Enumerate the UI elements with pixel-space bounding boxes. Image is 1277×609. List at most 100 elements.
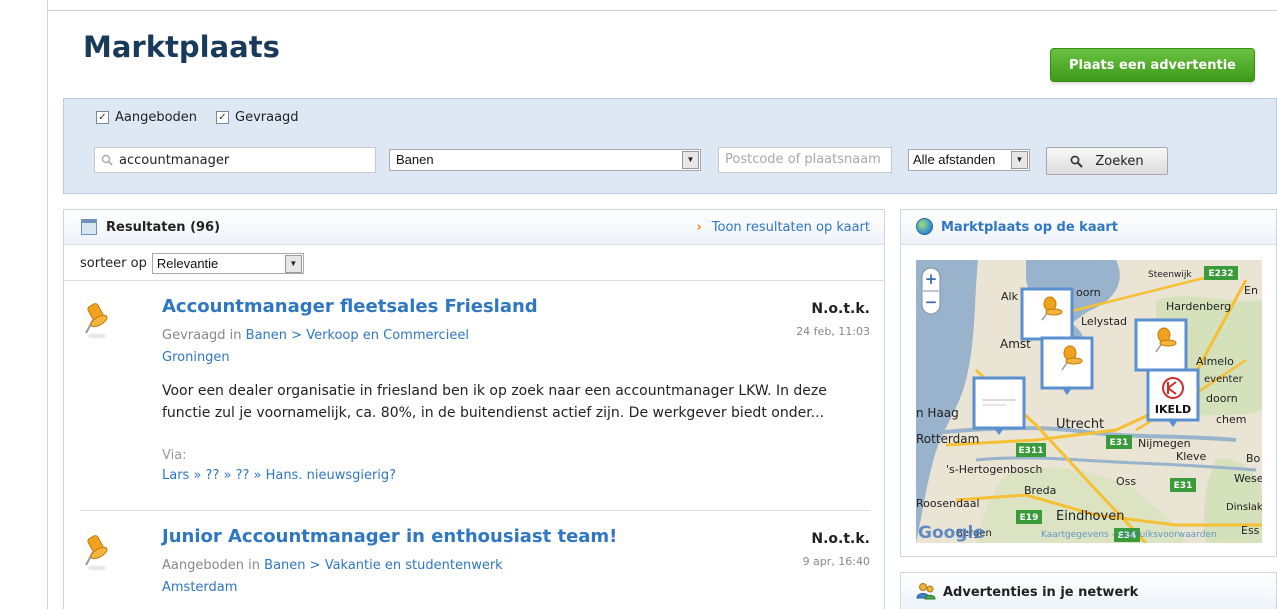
results-title: Resultaten (96) — [106, 220, 221, 235]
browser-left-frame — [0, 0, 48, 609]
chevron-down-icon[interactable]: ▼ — [682, 151, 699, 169]
search-icon — [101, 154, 113, 166]
svg-text:Rotterdam: Rotterdam — [916, 432, 979, 446]
svg-text:Eindhoven: Eindhoven — [1056, 509, 1124, 524]
svg-text:oorn: oorn — [1076, 286, 1101, 299]
map-terms: Kaartgegevens - Gebruiksvoorwaarden — [1041, 530, 1217, 540]
google-logo: Google — [918, 523, 985, 543]
map-title[interactable]: Marktplaats op de kaart — [941, 220, 1118, 235]
checkbox-wanted[interactable]: ✓ Gevraagd — [216, 110, 299, 125]
zoom-control[interactable]: + − — [921, 267, 941, 315]
zoom-in-icon: + — [925, 270, 938, 288]
map-marker[interactable] — [1040, 336, 1094, 395]
listing-location[interactable]: Groningen — [162, 350, 230, 365]
checkbox-offered-box[interactable]: ✓ — [96, 111, 109, 124]
arrow-right-icon: › — [696, 220, 702, 235]
svg-text:Almelo: Almelo — [1196, 355, 1234, 368]
svg-text:doorn: doorn — [1206, 392, 1238, 405]
svg-text:Ess: Ess — [1241, 524, 1260, 537]
sort-label: sorteer op — [80, 256, 147, 271]
svg-text:E311: E311 — [1019, 446, 1044, 456]
distance-value: Alle afstanden — [913, 152, 996, 167]
search-panel: ✓ Aangeboden ✓ Gevraagd accountmanager B… — [63, 98, 1277, 194]
chevron-down-icon[interactable]: ▼ — [1011, 151, 1028, 169]
svg-text:Roosendaal: Roosendaal — [916, 497, 980, 510]
sort-select[interactable]: Relevantie ▼ — [151, 253, 304, 274]
listing-category-link[interactable]: Banen > Vakantie en studentenwerk — [264, 558, 503, 573]
globe-icon — [916, 218, 933, 235]
people-icon — [916, 583, 936, 600]
magnifier-icon — [1071, 155, 1084, 168]
map-marker[interactable]: IKELD — [1146, 368, 1200, 427]
svg-text:E31: E31 — [1110, 438, 1129, 448]
pushpin-icon — [85, 303, 108, 339]
listing-date: 9 apr, 16:40 — [802, 555, 870, 568]
listing-location[interactable]: Amsterdam — [162, 580, 237, 595]
listing-title[interactable]: Accountmanager fleetsales Friesland — [162, 296, 538, 317]
site-logo[interactable]: Marktplaats — [83, 30, 280, 64]
map-header: Marktplaats op de kaart — [901, 210, 1276, 245]
sort-row: sorteer op Relevantie ▼ — [80, 253, 304, 274]
search-button[interactable]: Zoeken — [1046, 147, 1168, 175]
browser-top-frame — [0, 0, 1277, 10]
listing-title[interactable]: Junior Accountmanager in enthousiast tea… — [162, 526, 617, 547]
search-input[interactable]: accountmanager — [94, 147, 376, 173]
svg-text:Dinslaken: Dinslaken — [1226, 502, 1262, 513]
post-ad-button[interactable]: Plaats een advertentie — [1050, 48, 1255, 82]
svg-text:Hardenberg: Hardenberg — [1166, 300, 1231, 313]
svg-text:Kleve: Kleve — [1176, 450, 1207, 463]
map-panel: Marktplaats op de kaart + − Alk oorn Ste… — [900, 209, 1277, 557]
listing-type: Aangeboden in — [162, 558, 261, 573]
svg-text:E19: E19 — [1020, 513, 1039, 523]
listing-price: N.o.t.k. — [811, 531, 870, 547]
table-icon — [81, 219, 97, 235]
listing-meta: Aangeboden in Banen > Vakantie en studen… — [162, 558, 503, 573]
results-panel: Resultaten (96) › Toon resultaten op kaar… — [63, 209, 885, 609]
sort-value: Relevantie — [156, 256, 219, 271]
svg-text:E232: E232 — [1209, 269, 1234, 279]
svg-text:Wesel: Wesel — [1234, 472, 1262, 485]
category-value: Banen — [396, 152, 434, 167]
network-panel: Advertenties in je netwerk — [900, 572, 1277, 609]
svg-text:IKELD: IKELD — [1155, 403, 1191, 416]
svg-text:Steenwijk: Steenwijk — [1148, 270, 1192, 280]
svg-text:Lelystad: Lelystad — [1081, 315, 1127, 328]
svg-text:Utrecht: Utrecht — [1056, 417, 1104, 432]
pushpin-icon — [85, 535, 108, 571]
svg-text:chem: chem — [1216, 413, 1247, 426]
svg-text:Bo: Bo — [1246, 452, 1261, 465]
category-select[interactable]: Banen ▼ — [389, 149, 701, 171]
map-svg[interactable]: + − Alk oorn Steenwijk En Hardenberg Lel… — [916, 260, 1262, 543]
svg-text:Alk: Alk — [1001, 290, 1019, 303]
zoom-out-icon: − — [925, 293, 938, 311]
svg-text:Oss: Oss — [1116, 475, 1136, 488]
svg-text:eventer: eventer — [1204, 374, 1244, 385]
map-marker[interactable] — [972, 376, 1026, 435]
svg-text:En: En — [1244, 284, 1258, 297]
distance-select[interactable]: Alle afstanden ▼ — [908, 149, 1030, 171]
map-marker[interactable] — [1134, 318, 1188, 377]
listing-meta: Gevraagd in Banen > Verkoop en Commercie… — [162, 328, 469, 343]
listing-date: 24 feb, 11:03 — [796, 325, 870, 338]
listing-description: Voor een dealer organisatie in friesland… — [162, 383, 827, 421]
svg-text:n Haag: n Haag — [916, 406, 959, 420]
divider — [64, 280, 884, 281]
listing-type: Gevraagd in — [162, 328, 242, 343]
svg-text:Breda: Breda — [1024, 484, 1056, 497]
checkbox-wanted-box[interactable]: ✓ — [216, 111, 229, 124]
svg-text:E31: E31 — [1174, 481, 1193, 491]
listing-price: N.o.t.k. — [811, 301, 870, 317]
chevron-down-icon[interactable]: ▼ — [284, 255, 302, 273]
listing-via-label: Via: — [162, 448, 187, 463]
search-button-label: Zoeken — [1095, 153, 1144, 169]
listing-via-path[interactable]: Lars » ?? » ?? » Hans. nieuwsgierig? — [162, 468, 396, 483]
map-view[interactable]: + − Alk oorn Steenwijk En Hardenberg Lel… — [916, 260, 1262, 543]
network-title[interactable]: Advertenties in je netwerk — [943, 585, 1138, 600]
postcode-input[interactable]: Postcode of plaatsnaam — [718, 147, 892, 173]
show-on-map-link[interactable]: › Toon resultaten op kaart — [696, 220, 870, 235]
show-on-map-label: Toon resultaten op kaart — [711, 220, 870, 235]
listing-category-link[interactable]: Banen > Verkoop en Commercieel — [246, 328, 469, 343]
svg-text:'s-Hertogenbosch: 's-Hertogenbosch — [946, 463, 1043, 476]
checkbox-wanted-label: Gevraagd — [235, 110, 299, 125]
checkbox-offered[interactable]: ✓ Aangeboden — [96, 110, 197, 125]
